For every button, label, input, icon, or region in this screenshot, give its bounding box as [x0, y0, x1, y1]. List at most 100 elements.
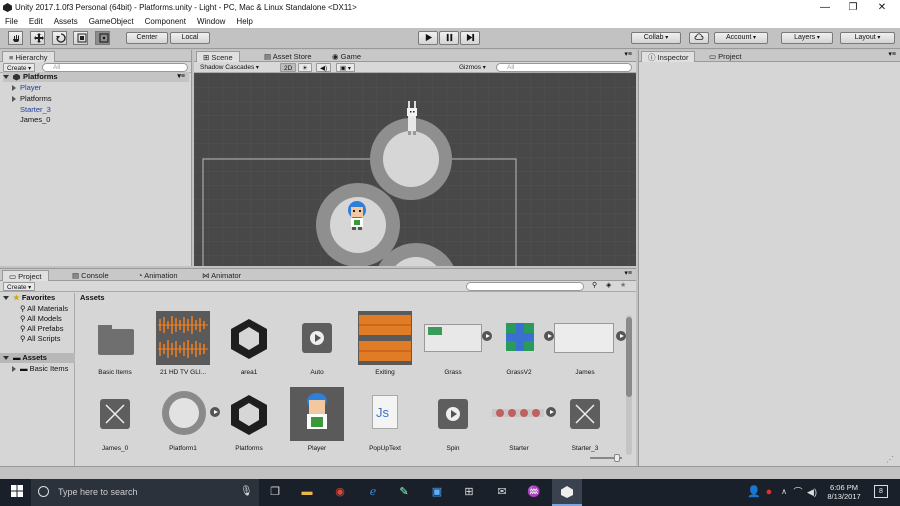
- layout-dropdown[interactable]: Layout: [840, 32, 895, 44]
- hand-tool-button[interactable]: [8, 31, 23, 45]
- scene-menu-icon[interactable]: ▾≡: [177, 72, 185, 82]
- play-button[interactable]: [418, 31, 438, 45]
- minimize-button[interactable]: —: [811, 0, 839, 15]
- rotate-tool-button[interactable]: [52, 31, 67, 45]
- tab-scene[interactable]: ⊞ Scene: [196, 51, 240, 62]
- network-icon[interactable]: ⌒: [791, 485, 805, 499]
- show-hidden-icons[interactable]: ∧: [777, 485, 791, 499]
- menu-help[interactable]: Help: [236, 17, 252, 26]
- audio-toggle[interactable]: ◀): [316, 63, 332, 72]
- asset-james-0[interactable]: James_0: [82, 387, 148, 452]
- asset-starter-3[interactable]: Starter_3: [552, 387, 618, 452]
- pause-button[interactable]: [439, 31, 459, 45]
- tab-hierarchy[interactable]: ≡ Hierarchy: [2, 51, 55, 62]
- photos-icon[interactable]: ▣: [430, 485, 444, 499]
- icon-size-slider[interactable]: [590, 454, 622, 462]
- maximize-button[interactable]: ❐: [839, 0, 867, 15]
- asset-popuptext[interactable]: Js PopUpText: [352, 387, 418, 452]
- scene-search-input[interactable]: All: [496, 63, 632, 72]
- asset-area1[interactable]: area1: [216, 311, 282, 376]
- asset-basic-items[interactable]: Basic Items: [82, 311, 148, 376]
- rect-tool-button[interactable]: [95, 31, 110, 45]
- move-tool-button[interactable]: [30, 31, 45, 45]
- people-icon[interactable]: 👤: [747, 485, 761, 499]
- tab-asset-store[interactable]: ▤ Asset Store: [258, 51, 318, 62]
- scale-tool-button[interactable]: [73, 31, 88, 45]
- file-explorer-icon[interactable]: ▬: [300, 485, 314, 499]
- lighting-toggle[interactable]: ☀: [298, 63, 312, 72]
- menu-file[interactable]: File: [5, 17, 18, 26]
- tab-project-secondary[interactable]: ▭ Project: [703, 51, 748, 62]
- fav-all-models[interactable]: ⚲ All Models: [20, 314, 62, 324]
- windows-start-icon[interactable]: [10, 485, 24, 499]
- tab-inspector[interactable]: ⓘ Inspector: [641, 51, 696, 62]
- microphone-icon[interactable]: 🎙: [240, 486, 253, 497]
- asset-scrollbar[interactable]: [626, 315, 632, 455]
- chrome-icon[interactable]: ◉: [333, 485, 347, 499]
- scene-root-item[interactable]: Platforms ▾≡: [3, 72, 189, 82]
- project-menu-icon[interactable]: ▾≡: [624, 269, 632, 277]
- filter-type-icon[interactable]: ⚲: [592, 281, 597, 289]
- assets-breadcrumb[interactable]: Assets: [80, 293, 105, 302]
- tab-project[interactable]: ▭ Project: [2, 270, 49, 281]
- asset-grass[interactable]: Grass: [420, 311, 492, 376]
- asset-auto[interactable]: Auto: [284, 311, 350, 376]
- asset-james[interactable]: James: [552, 311, 626, 376]
- taskbar-search-box[interactable]: Type here to search 🎙: [31, 479, 259, 506]
- scrollbar-thumb[interactable]: [626, 317, 632, 397]
- layers-dropdown[interactable]: Layers: [781, 32, 833, 44]
- cloud-button[interactable]: [689, 32, 709, 44]
- expand-sprite-icon[interactable]: [616, 331, 626, 341]
- hierarchy-item-starter-3[interactable]: Starter_3: [20, 105, 51, 115]
- menu-edit[interactable]: Edit: [29, 17, 43, 26]
- asset-exiting[interactable]: Exiting: [352, 311, 418, 376]
- scene-panel-menu-icon[interactable]: ▾≡: [624, 50, 632, 58]
- action-center-icon[interactable]: 8: [874, 485, 888, 498]
- hierarchy-item-james-0[interactable]: James_0: [20, 115, 50, 125]
- tab-game[interactable]: ◉ Game: [326, 51, 367, 62]
- filter-label-icon[interactable]: ◈: [606, 281, 611, 289]
- tab-console[interactable]: ▤ Console: [66, 270, 115, 281]
- task-view-icon[interactable]: ❐: [268, 485, 282, 499]
- slider-handle[interactable]: [614, 454, 620, 462]
- shading-mode-dropdown[interactable]: Shadow Cascades: [197, 63, 262, 72]
- fav-all-materials[interactable]: ⚲ All Materials: [20, 304, 68, 314]
- asset-platforms[interactable]: Platforms: [216, 387, 282, 452]
- audio-app-icon[interactable]: ♒: [527, 485, 541, 499]
- edge-icon[interactable]: ℯ: [366, 485, 380, 499]
- hierarchy-search-input[interactable]: All: [42, 63, 188, 72]
- menu-component[interactable]: Component: [145, 17, 186, 26]
- taskbar-clock[interactable]: 6:06 PM 8/13/2017: [826, 483, 862, 501]
- step-button[interactable]: [460, 31, 480, 45]
- volume-icon[interactable]: ◀): [805, 485, 819, 499]
- resize-grip-icon[interactable]: ⋰: [886, 455, 894, 464]
- assets-node[interactable]: ▬ Assets: [0, 353, 75, 363]
- tab-animator[interactable]: ⋈ Animator: [196, 270, 247, 281]
- asset-player[interactable]: Player: [284, 387, 350, 452]
- menu-gameobject[interactable]: GameObject: [89, 17, 134, 26]
- menu-window[interactable]: Window: [197, 17, 225, 26]
- scene-view[interactable]: [194, 73, 636, 266]
- close-button[interactable]: ✕: [868, 0, 896, 15]
- asset-starter[interactable]: Starter: [486, 387, 556, 452]
- basic-items-node[interactable]: ▬ Basic Items: [12, 364, 68, 374]
- toggle-2d-button[interactable]: 2D: [280, 63, 297, 72]
- pivot-center-button[interactable]: Center: [126, 32, 168, 44]
- mail-icon[interactable]: ✉: [495, 485, 509, 499]
- tab-animation[interactable]: ◔ Animation: [132, 270, 184, 281]
- asset-audio-tv-glitch[interactable]: 21 HD TV GLI...: [150, 311, 216, 376]
- store-icon[interactable]: ⊞: [462, 485, 476, 499]
- hierarchy-item-player[interactable]: Player: [12, 83, 41, 93]
- pen-app-icon[interactable]: ✎: [397, 485, 411, 499]
- hierarchy-item-platforms[interactable]: Platforms: [12, 94, 52, 104]
- asset-platform1[interactable]: Platform1: [150, 387, 220, 452]
- menu-assets[interactable]: Assets: [54, 17, 78, 26]
- asset-grassv2[interactable]: GrassV2: [486, 311, 554, 376]
- inspector-menu-icon[interactable]: ▾≡: [888, 50, 896, 58]
- gizmos-dropdown[interactable]: Gizmos: [456, 63, 489, 72]
- collab-dropdown[interactable]: Collab: [631, 32, 681, 44]
- pivot-local-button[interactable]: Local: [170, 32, 210, 44]
- favorites-node[interactable]: ★ Favorites: [3, 293, 55, 303]
- favorite-star-icon[interactable]: ★: [620, 281, 626, 289]
- asset-spin[interactable]: Spin: [420, 387, 486, 452]
